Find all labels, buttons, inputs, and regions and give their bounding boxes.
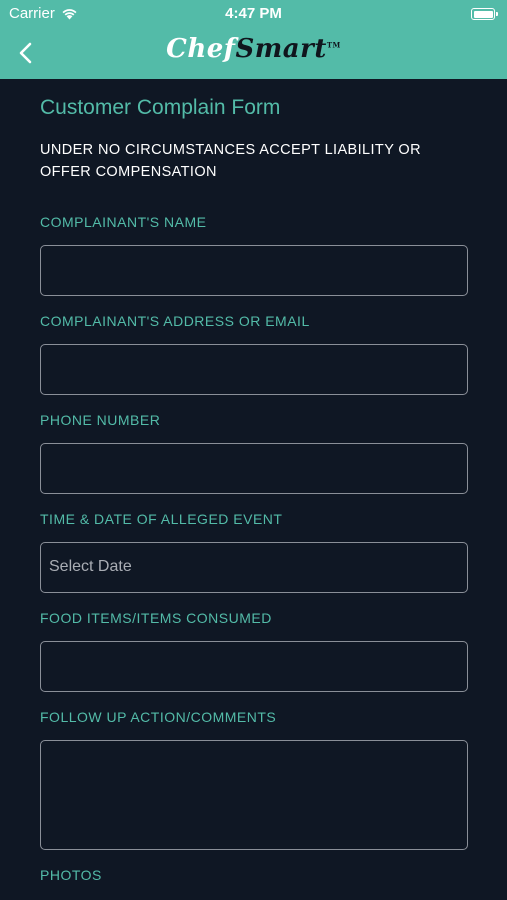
chefsmart-logo: ChefSmartTM <box>0 34 507 64</box>
status-bar: Carrier 4:47 PM <box>0 0 507 28</box>
complainant-address-label: COMPLAINANT'S ADDRESS OR EMAIL <box>40 313 310 329</box>
battery-icon <box>471 8 498 20</box>
food-items-input[interactable] <box>40 641 468 692</box>
follow-up-label: FOLLOW UP ACTION/COMMENTS <box>40 709 277 725</box>
phone-number-input[interactable] <box>40 443 468 494</box>
event-datetime-label: TIME & DATE OF ALLEGED EVENT <box>40 511 283 527</box>
liability-warning: UNDER NO CIRCUMSTANCES ACCEPT LIABILITY … <box>40 142 421 180</box>
food-items-label: FOOD ITEMS/ITEMS CONSUMED <box>40 610 272 626</box>
photos-label: PHOTOS <box>40 867 102 883</box>
nav-bar: ChefSmartTM <box>0 28 507 79</box>
event-date-picker[interactable]: Select Date <box>40 542 468 593</box>
date-placeholder: Select Date <box>49 558 132 575</box>
complainant-name-label: COMPLAINANT'S NAME <box>40 214 207 230</box>
logo-trademark: TM <box>326 40 341 50</box>
logo-smart: Smart <box>235 34 327 64</box>
logo-chef: Chef <box>166 34 236 64</box>
complainant-name-input[interactable] <box>40 245 468 296</box>
status-time: 4:47 PM <box>225 5 282 22</box>
phone-number-label: PHONE NUMBER <box>40 412 161 428</box>
complainant-address-input[interactable] <box>40 344 468 395</box>
follow-up-textarea[interactable] <box>40 740 468 850</box>
form-title: Customer Complain Form <box>40 96 281 119</box>
top-bar: Carrier 4:47 PM ChefSmartTM <box>0 0 507 79</box>
